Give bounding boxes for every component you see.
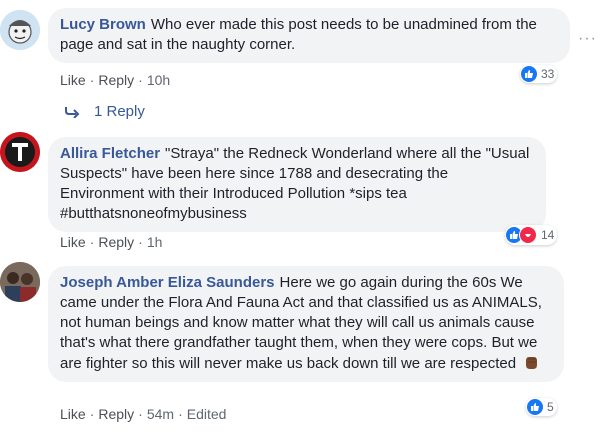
comment-actions: Like · Reply · 54m · Edited <box>60 406 227 422</box>
comment-actions: Like · Reply · 1h <box>60 234 163 250</box>
avatar-image <box>0 10 40 50</box>
like-link[interactable]: Like <box>60 72 86 88</box>
comment-author[interactable]: Lucy Brown <box>60 16 146 33</box>
avatar-lucy-brown[interactable] <box>0 10 40 50</box>
more-options-icon[interactable]: ··· <box>578 30 597 48</box>
like-link[interactable]: Like <box>60 234 86 250</box>
avatar-image <box>0 132 40 172</box>
avatar-image <box>0 262 40 302</box>
avatar-allira-fletcher[interactable] <box>0 132 40 172</box>
comment-bubble: Lucy Brown Who ever made this post needs … <box>48 8 570 63</box>
edited-label[interactable]: Edited <box>187 406 227 422</box>
comment-timestamp[interactable]: 10h <box>147 72 170 88</box>
avatar-joseph-saunders[interactable] <box>0 262 40 302</box>
comment-timestamp[interactable]: 54m <box>147 406 174 422</box>
reaction-count: 5 <box>547 400 554 414</box>
like-icon <box>527 399 543 415</box>
reaction-summary[interactable]: 5 <box>526 398 557 416</box>
reaction-summary[interactable]: 14 <box>505 225 558 245</box>
comment-author[interactable]: Joseph Amber Eliza Saunders <box>60 274 275 291</box>
comment-bubble: Joseph Amber Eliza Saunders Here we go ag… <box>48 266 564 382</box>
reaction-count: 14 <box>541 228 555 242</box>
comment-author[interactable]: Allira Fletcher <box>60 145 160 162</box>
reply-link[interactable]: Reply <box>98 234 134 250</box>
like-link[interactable]: Like <box>60 406 86 422</box>
comment-timestamp[interactable]: 1h <box>147 234 163 250</box>
reaction-summary[interactable]: 33 <box>520 65 558 83</box>
comment-bubble: Allira Fletcher "Straya" the Redneck Wond… <box>48 137 546 232</box>
reply-count: 1 Reply <box>94 103 145 120</box>
haha-icon <box>519 226 537 244</box>
view-replies-link[interactable]: 1 Reply <box>64 103 145 120</box>
reply-arrow-icon <box>65 106 80 118</box>
reaction-count: 33 <box>541 67 555 81</box>
reply-link[interactable]: Reply <box>98 406 134 422</box>
raised-fist-emoji <box>526 357 538 369</box>
comment-actions: Like · Reply · 10h <box>60 72 171 88</box>
reply-link[interactable]: Reply <box>98 72 134 88</box>
like-icon <box>521 66 537 82</box>
